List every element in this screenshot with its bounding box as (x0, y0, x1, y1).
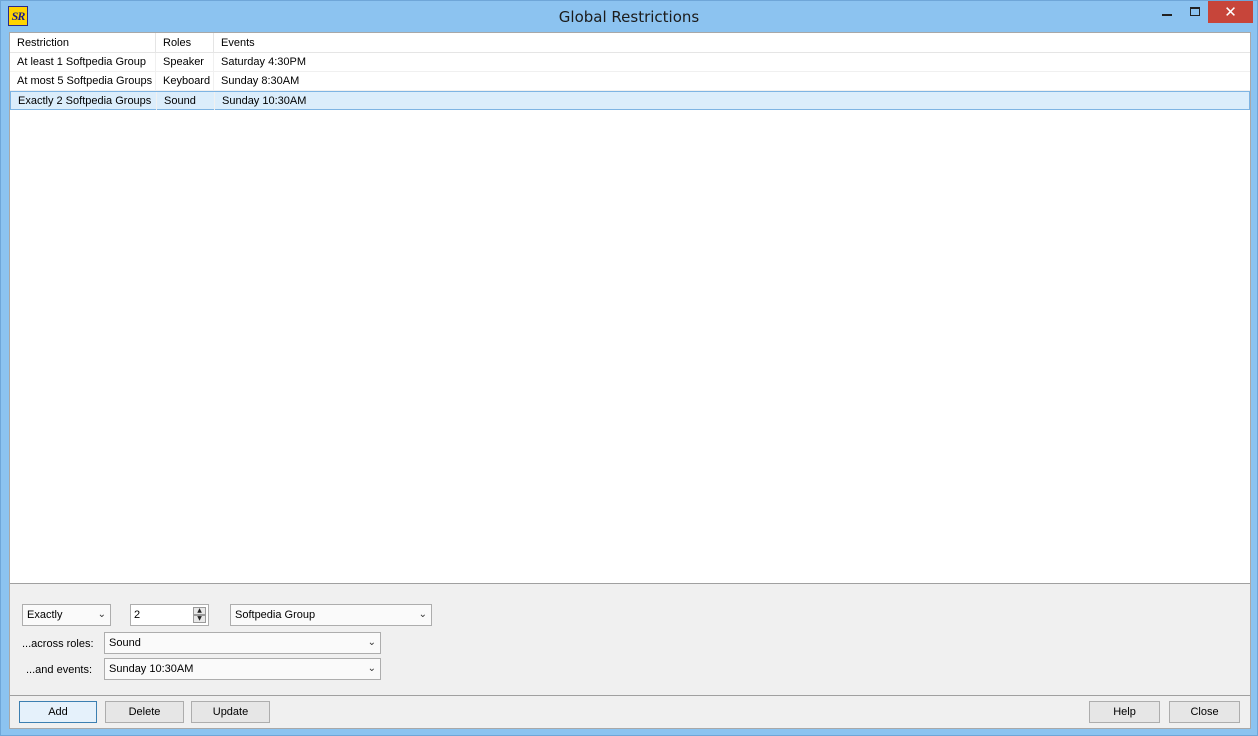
table-row[interactable]: At most 5 Softpedia Groups Keyboard Sund… (10, 72, 1250, 91)
cell-restriction: Exactly 2 Softpedia Groups (11, 92, 157, 110)
maximize-button[interactable] (1181, 1, 1209, 23)
column-header-roles[interactable]: Roles (156, 33, 214, 53)
cell-restriction: At most 5 Softpedia Groups (10, 72, 156, 90)
group-value: Softpedia Group (235, 609, 316, 621)
roles-select[interactable]: Sound ⌄ (104, 632, 381, 654)
maximize-icon (1190, 7, 1200, 16)
and-events-label: ...and events: (26, 664, 93, 676)
minimize-button[interactable] (1153, 1, 1181, 23)
dialog-client-area: Restriction Roles Events At least 1 Soft… (9, 32, 1251, 729)
count-value: 2 (134, 609, 141, 621)
chevron-down-icon: ⌄ (367, 663, 376, 674)
events-value: Sunday 10:30AM (109, 663, 194, 675)
cell-roles: Sound (157, 92, 215, 110)
list-header: Restriction Roles Events (10, 33, 1250, 53)
window-close-button[interactable]: ✕ (1208, 1, 1253, 23)
column-header-restriction[interactable]: Restriction (10, 33, 156, 53)
cell-events: Sunday 8:30AM (221, 75, 300, 87)
add-button[interactable]: Add (19, 701, 97, 723)
window-title: Global Restrictions (558, 8, 700, 26)
chevron-down-icon: ⌄ (418, 609, 427, 620)
cell-restriction: At least 1 Softpedia Group (10, 53, 156, 71)
spin-down-icon[interactable]: ▼ (193, 615, 206, 623)
quantifier-value: Exactly (27, 609, 63, 621)
events-select[interactable]: Sunday 10:30AM ⌄ (104, 658, 381, 680)
across-roles-label: ...across roles: (22, 638, 94, 650)
group-select[interactable]: Softpedia Group ⌄ (230, 604, 432, 626)
global-restrictions-window: SR Global Restrictions ✕ Restriction Rol… (0, 0, 1258, 736)
restrictions-list[interactable]: Restriction Roles Events At least 1 Soft… (10, 33, 1250, 584)
separator (10, 695, 1250, 696)
cell-events: Sunday 10:30AM (222, 95, 307, 107)
table-row[interactable]: At least 1 Softpedia Group Speaker Satur… (10, 53, 1250, 72)
delete-button[interactable]: Delete (105, 701, 184, 723)
roles-value: Sound (109, 637, 141, 649)
column-header-events[interactable]: Events (214, 33, 1250, 53)
help-button[interactable]: Help (1089, 701, 1160, 723)
cell-roles: Keyboard (156, 72, 214, 90)
count-stepper[interactable]: 2 ▲ ▼ (130, 604, 209, 626)
cell-events: Saturday 4:30PM (221, 56, 306, 68)
update-button[interactable]: Update (191, 701, 270, 723)
chevron-down-icon: ⌄ (367, 637, 376, 648)
chevron-down-icon: ⌄ (97, 609, 106, 620)
spin-up-icon[interactable]: ▲ (193, 607, 206, 615)
close-button[interactable]: Close (1169, 701, 1240, 723)
table-row-selected[interactable]: Exactly 2 Softpedia Groups Sound Sunday … (10, 91, 1250, 110)
cell-roles: Speaker (156, 53, 214, 71)
quantifier-select[interactable]: Exactly ⌄ (22, 604, 111, 626)
close-icon: ✕ (1224, 3, 1237, 21)
title-bar[interactable]: SR Global Restrictions ✕ (1, 1, 1257, 31)
minimize-icon (1162, 14, 1172, 16)
